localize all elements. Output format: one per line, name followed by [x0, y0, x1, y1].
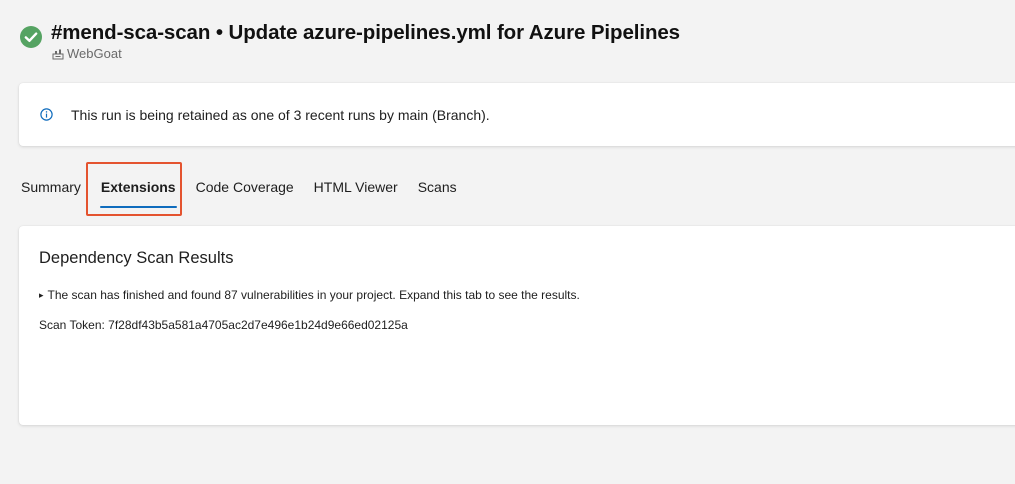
run-header: #mend-sca-scan • Update azure-pipelines.…: [19, 19, 1009, 67]
repo-link[interactable]: WebGoat: [52, 46, 122, 62]
tab-label: Extensions: [100, 179, 176, 195]
selected-tab-indicator: [99, 206, 177, 208]
tab-label: Code Coverage: [195, 179, 294, 195]
card-title: Dependency Scan Results: [39, 249, 234, 267]
scan-summary-text: The scan has finished and found 87 vulne…: [47, 288, 580, 302]
success-check-icon: [19, 25, 43, 49]
repo-name: WebGoat: [67, 46, 122, 61]
tab-extensions[interactable]: Extensions: [91, 168, 186, 208]
tab-code-coverage[interactable]: Code Coverage: [186, 168, 304, 208]
retention-message: This run is being retained as one of 3 r…: [71, 107, 490, 123]
retention-info-banner: This run is being retained as one of 3 r…: [19, 83, 1015, 146]
tab-label: Scans: [417, 179, 457, 195]
tab-html-viewer[interactable]: HTML Viewer: [304, 168, 408, 208]
tab-scans[interactable]: Scans: [408, 168, 467, 208]
tab-label: HTML Viewer: [313, 179, 398, 195]
extension-card: Dependency Scan Results ▸ The scan has fi…: [19, 226, 1015, 425]
scan-token: Scan Token: 7f28df43b5a581a4705ac2d7e496…: [39, 318, 408, 332]
expand-triangle-icon: ▸: [39, 290, 44, 300]
repository-icon: [52, 48, 64, 60]
tab-summary[interactable]: Summary: [11, 168, 91, 208]
run-tabs: Summary Extensions Code Coverage HTML Vi…: [11, 168, 467, 208]
scan-results-expander[interactable]: ▸ The scan has finished and found 87 vuln…: [39, 287, 580, 303]
page-title: #mend-sca-scan • Update azure-pipelines.…: [51, 21, 680, 44]
info-icon: [40, 108, 53, 121]
tab-label: Summary: [21, 179, 81, 195]
